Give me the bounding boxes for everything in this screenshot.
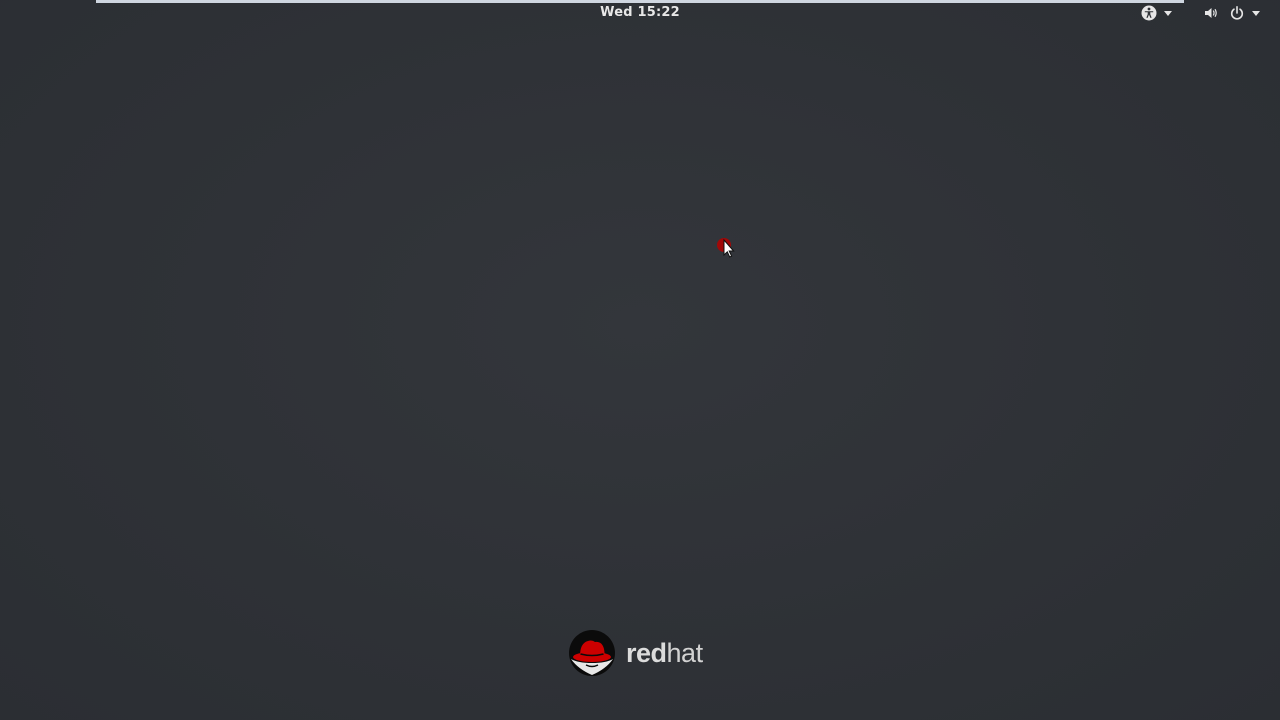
brand-name-red: red: [626, 637, 667, 668]
system-menu[interactable]: [1202, 3, 1260, 23]
clock: Wed 15:22: [0, 5, 1280, 20]
top-bar: Wed 15:22: [0, 0, 1280, 26]
brand-name-hat: hat: [666, 637, 704, 668]
mouse-pointer-icon: [715, 236, 739, 262]
lock-screen: Wed 15:22 redhat: [0, 0, 1280, 720]
chevron-down-icon: [1252, 10, 1260, 16]
redhat-shadowman-icon: [569, 630, 615, 676]
volume-icon: [1202, 4, 1220, 22]
redhat-logo: redhat: [568, 628, 703, 678]
clock-label[interactable]: Wed 15:22: [600, 5, 680, 20]
accessibility-icon: [1140, 4, 1158, 22]
power-icon: [1228, 4, 1246, 22]
accessibility-menu[interactable]: [1140, 3, 1172, 23]
brand-wordmark: redhat: [626, 638, 703, 669]
chevron-down-icon: [1164, 10, 1172, 16]
